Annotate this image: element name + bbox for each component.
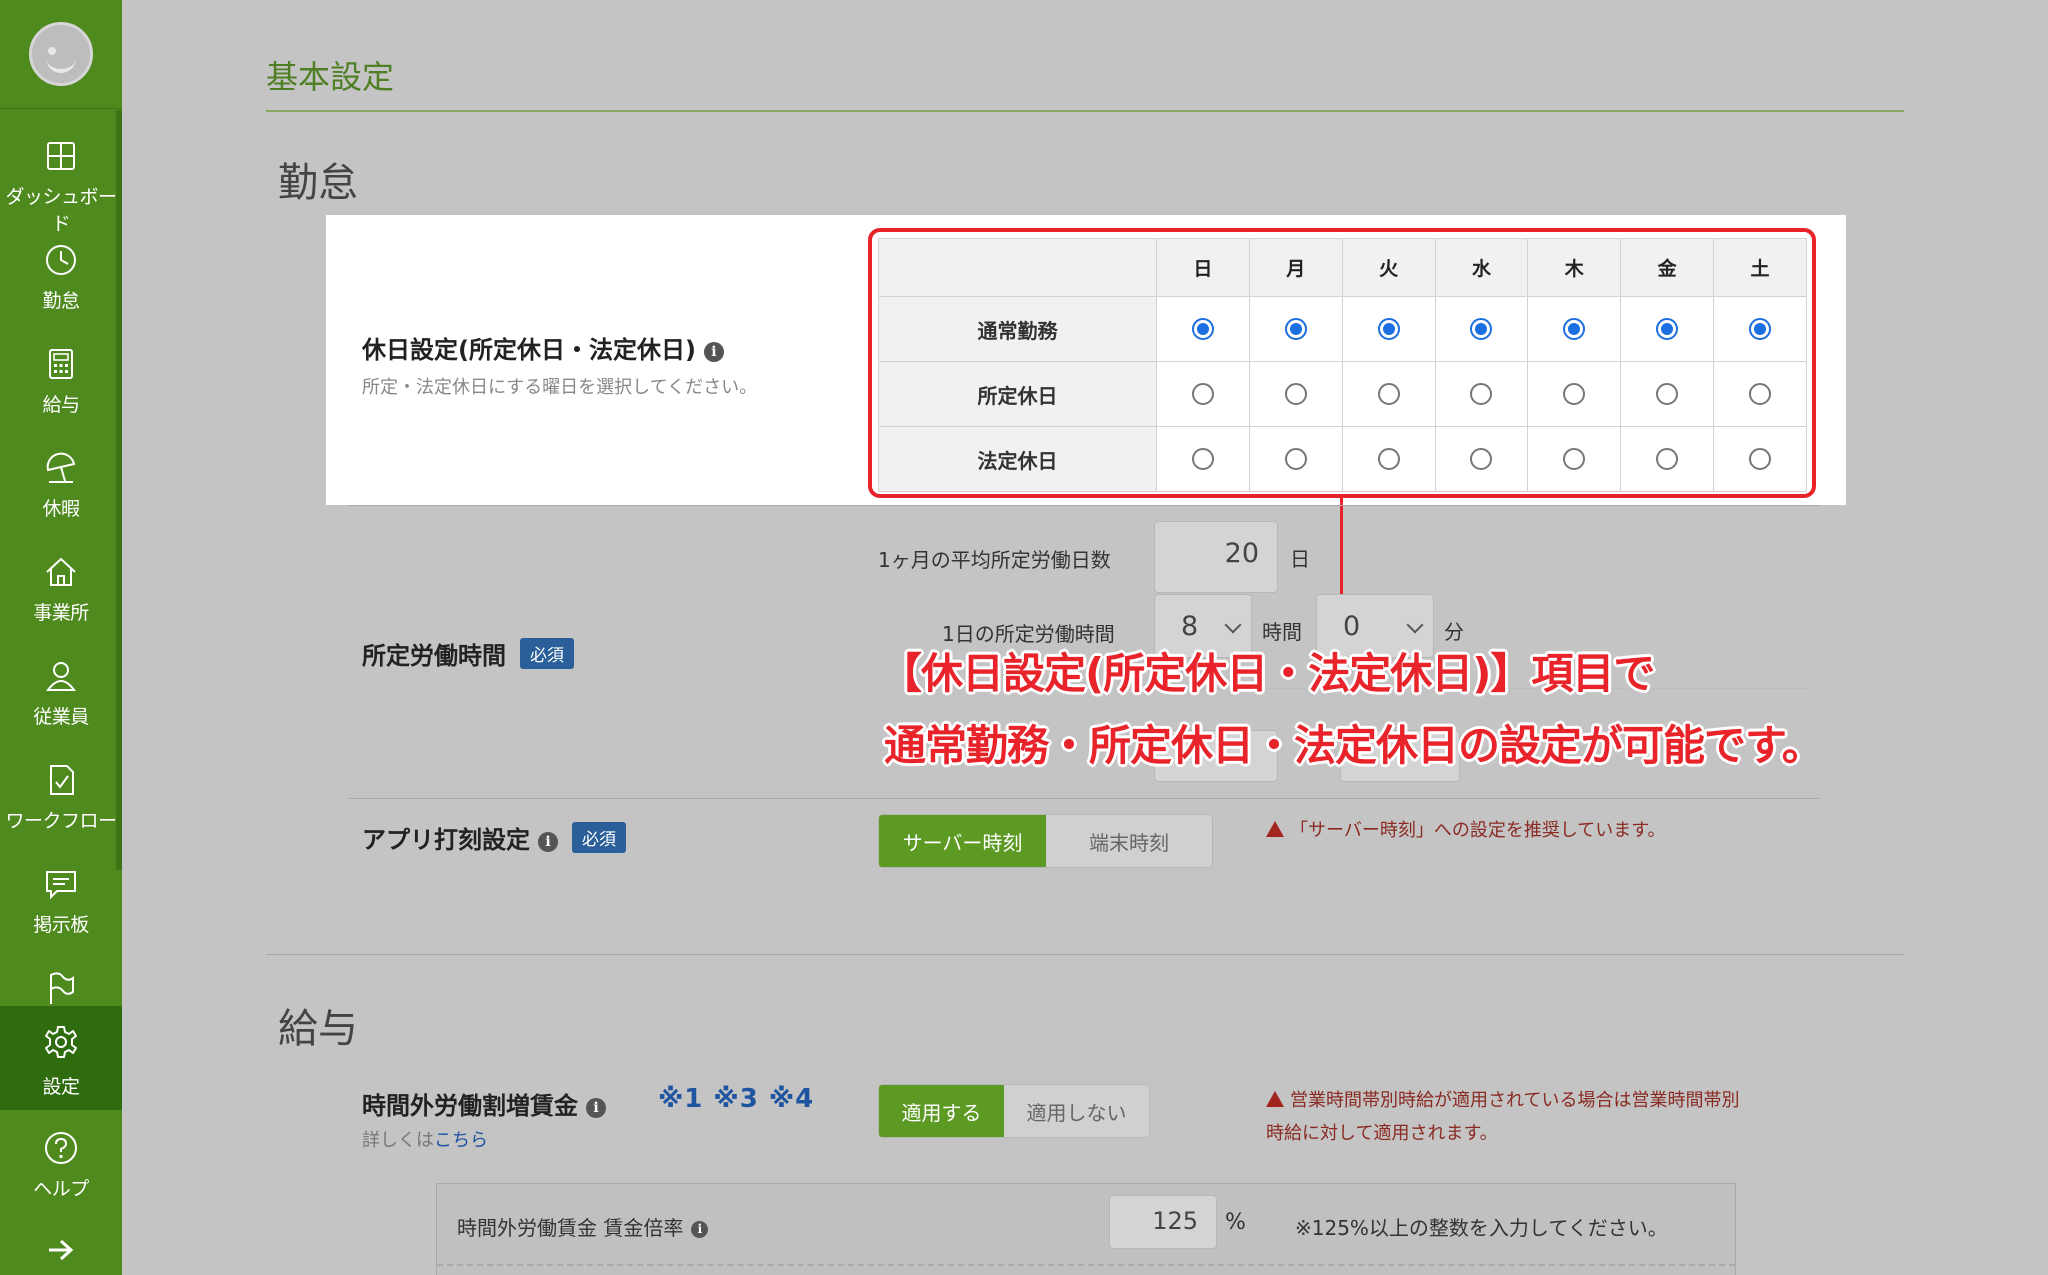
section-heading-attendance: 勤怠 <box>278 160 358 206</box>
rate-value: 125 <box>1152 1207 1198 1235</box>
holiday-settings-title: 休日設定(所定休日・法定休日) i <box>362 330 724 365</box>
rate-input[interactable]: 125 <box>1109 1195 1217 1249</box>
sidebar-item-label: ヘルプ <box>33 1178 89 1200</box>
sidebar: ダッシュボード 勤怠 給与 休暇 事業所 従業員 ワークフロー 掲示板 設定 ヘ… <box>0 0 122 1275</box>
title-divider <box>266 110 1904 112</box>
working-hours-label: 所定労働時間 <box>362 642 506 670</box>
section-heading-payroll: 給与 <box>278 1006 358 1052</box>
sidebar-item-bulletin[interactable]: 掲示板 <box>0 858 122 958</box>
clock-icon <box>46 245 76 275</box>
details-prefix: 詳しくは <box>362 1130 434 1151</box>
sidebar-item-label: 勤怠 <box>42 290 80 312</box>
message-icon <box>46 871 76 900</box>
monthly-days-input[interactable]: 20 <box>1154 521 1278 593</box>
sidebar-item-label: ダッシュボード <box>5 186 117 235</box>
overtime-notes: ※1 ※3 ※4 <box>658 1084 815 1114</box>
sidebar-item-label: 事業所 <box>33 602 89 624</box>
rate-label-text: 時間外労働賃金 賃金倍率 <box>457 1216 684 1240</box>
panel-divider <box>437 1264 1735 1266</box>
row-divider <box>348 505 1820 506</box>
overtime-warning: 営業時間帯別時給が適用されている場合は営業時間帯別時給に対して適用されます。 <box>1266 1084 1739 1150</box>
holiday-settings-label: 休日設定(所定休日・法定休日) <box>362 336 696 364</box>
info-icon[interactable]: i <box>538 832 558 852</box>
not-apply-option[interactable]: 適用しない <box>1004 1085 1149 1137</box>
app-stamp-warning: 「サーバー時刻」への設定を推奨しています。 <box>1266 814 1665 847</box>
sidebar-item-office[interactable]: 事業所 <box>0 546 122 646</box>
monthly-days-unit: 日 <box>1290 547 1310 571</box>
sidebar-item-help[interactable]: ヘルプ <box>0 1122 122 1222</box>
annotation-highlight-box <box>868 228 1816 498</box>
server-time-option[interactable]: サーバー時刻 <box>879 815 1046 867</box>
daily-minutes-value: 0 <box>1343 611 1361 642</box>
sidebar-item-flag[interactable] <box>0 962 122 1004</box>
sidebar-item-attendance[interactable]: 勤怠 <box>0 234 122 334</box>
daily-hours-value: 8 <box>1181 611 1199 642</box>
required-badge: 必須 <box>520 638 574 669</box>
overtime-warning-line2: 時給に対して適用されます。 <box>1266 1123 1498 1144</box>
info-icon[interactable]: i <box>691 1221 709 1238</box>
section-divider <box>266 954 1904 955</box>
home-icon <box>46 557 76 586</box>
annotation-callout-line1: 【休日設定(所定休日・法定休日)】項目で <box>880 649 1655 698</box>
overtime-details: 詳しくはこちら <box>362 1126 488 1152</box>
required-badge: 必須 <box>572 822 626 853</box>
chevron-down-icon <box>1406 616 1424 634</box>
rate-unit: % <box>1225 1210 1246 1235</box>
info-icon[interactable]: i <box>703 342 724 362</box>
app-stamp-toggle: サーバー時刻 端末時刻 <box>878 814 1213 868</box>
sidebar-item-dashboard[interactable]: ダッシュボード <box>0 130 122 235</box>
overtime-rate-panel: 時間外労働賃金 賃金倍率 i 125 % ※125%以上の整数を入力してください。 <box>436 1183 1736 1275</box>
person-icon <box>46 662 76 691</box>
apply-option[interactable]: 適用する <box>879 1085 1005 1137</box>
page-title: 基本設定 <box>266 58 395 96</box>
gear-icon <box>45 1026 77 1058</box>
sidebar-item-employees[interactable]: 従業員 <box>0 650 122 750</box>
sidebar-item-settings[interactable]: 設定 <box>0 1006 122 1110</box>
warning-icon <box>1266 1091 1284 1107</box>
app-stamp-title: アプリ打刻設定 i 必須 <box>362 820 626 855</box>
overtime-apply-toggle: 適用する 適用しない <box>878 1084 1150 1138</box>
app-stamp-warning-text: 「サーバー時刻」への設定を推奨しています。 <box>1290 820 1666 841</box>
warning-icon <box>1266 821 1284 837</box>
chevron-down-icon <box>1224 616 1242 634</box>
info-icon[interactable]: i <box>586 1098 606 1118</box>
sidebar-item-label: ワークフロー <box>5 810 117 832</box>
sidebar-item-workflow[interactable]: ワークフロー <box>0 754 122 854</box>
sidebar-item-label: 給与 <box>42 394 80 416</box>
overtime-warning-line1: 営業時間帯別時給が適用されている場合は営業時間帯別 <box>1290 1090 1740 1111</box>
monthly-days-label: 1ヶ月の平均所定労働日数 <box>878 548 1111 572</box>
sidebar-item-label: 掲示板 <box>33 914 89 936</box>
annotation-callout-line2: 通常勤務・所定休日・法定休日の設定が可能です。 <box>884 721 1824 770</box>
row-divider <box>348 798 1820 799</box>
details-link[interactable]: こちら <box>434 1130 488 1151</box>
rate-note: ※125%以上の整数を入力してください。 <box>1295 1216 1668 1240</box>
help-icon <box>45 1132 77 1164</box>
monthly-days-value: 20 <box>1224 538 1259 569</box>
calculator-icon <box>49 349 73 379</box>
checklist-icon <box>50 765 74 795</box>
beach-umbrella-icon <box>46 452 76 483</box>
sidebar-divider <box>0 108 122 109</box>
working-hours-title: 所定労働時間 必須 <box>362 636 574 671</box>
sidebar-item-label: 休暇 <box>42 498 80 520</box>
sidebar-item-label: 従業員 <box>33 706 89 728</box>
flag-icon <box>50 972 74 1004</box>
device-time-option[interactable]: 端末時刻 <box>1046 815 1212 867</box>
rate-label: 時間外労働賃金 賃金倍率 i <box>457 1212 709 1241</box>
overtime-label: 時間外労働割増賃金 <box>362 1092 578 1120</box>
overtime-title: 時間外労働割増賃金 i <box>362 1086 606 1121</box>
app-stamp-label: アプリ打刻設定 <box>362 826 530 854</box>
holiday-settings-description: 所定・法定休日にする曜日を選択してください。 <box>362 377 758 398</box>
dashboard-icon <box>47 142 75 170</box>
sidebar-item-label: 設定 <box>42 1076 80 1098</box>
expand-arrow-icon[interactable] <box>46 1236 76 1264</box>
sidebar-item-payroll[interactable]: 給与 <box>0 338 122 438</box>
sidebar-item-vacation[interactable]: 休暇 <box>0 442 122 542</box>
user-avatar-logo[interactable] <box>29 22 93 86</box>
